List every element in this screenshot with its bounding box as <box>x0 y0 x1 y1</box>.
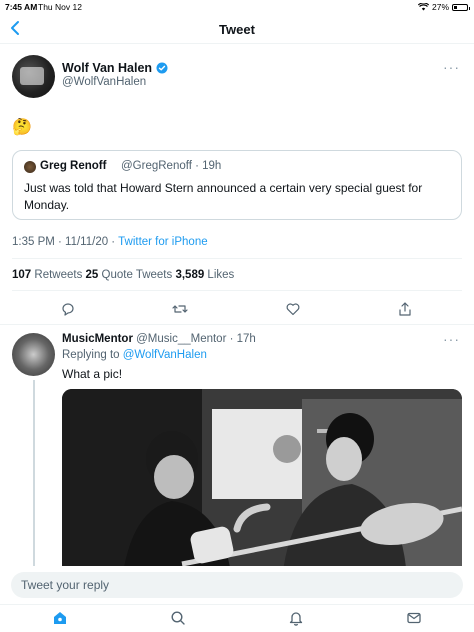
reply-header: MusicMentor @Music__Mentor · 17h <box>62 333 256 345</box>
thread-line <box>33 380 35 570</box>
likes-label: Likes <box>204 269 235 281</box>
tweet-source-link[interactable]: Twitter for iPhone <box>118 236 207 248</box>
retweets-label: Retweets <box>31 269 86 281</box>
author-handle: @WolfVanHalen <box>62 76 147 88</box>
quotes-stat[interactable]: 25 Quote Tweets <box>86 269 176 281</box>
photo-illustration <box>62 389 462 579</box>
replying-mention-link[interactable]: @WolfVanHalen <box>123 349 207 361</box>
quoted-author-meta: @GregRenoff · 19h <box>121 160 222 172</box>
battery-percent: 27% <box>431 2 449 12</box>
quoted-avatar <box>24 161 36 173</box>
retweets-count: 107 <box>12 269 32 281</box>
likes-count: 3,589 <box>175 269 205 281</box>
messages-envelope-icon[interactable] <box>406 610 422 626</box>
quoted-text: Just was told that Howard Stern announce… <box>24 181 423 212</box>
reply-composer: Tweet your reply <box>0 566 474 604</box>
reply-avatar[interactable] <box>12 333 55 376</box>
tweet-actions <box>0 299 474 319</box>
reply-text: What a pic! <box>62 367 123 381</box>
status-time: 7:45 AM <box>5 2 38 12</box>
likes-stat[interactable]: 3,589 Likes <box>175 269 234 281</box>
reply-photo[interactable] <box>62 389 462 579</box>
tweet-text: 🤔 <box>12 119 32 136</box>
reply-author-name[interactable]: MusicMentor <box>62 333 133 345</box>
divider <box>12 290 462 291</box>
reply-input-placeholder: Tweet your reply <box>21 578 110 592</box>
author-name: Wolf Van Halen <box>62 61 153 75</box>
like-heart-icon[interactable] <box>285 301 301 317</box>
reply-input[interactable]: Tweet your reply <box>11 572 463 598</box>
tweet-time: 1:35 PM · 11/11/20 · <box>12 236 119 248</box>
share-icon[interactable] <box>397 301 413 317</box>
divider <box>12 258 462 259</box>
retweet-icon[interactable] <box>172 301 188 317</box>
home-icon[interactable] <box>52 610 68 626</box>
replying-to: Replying to @WolfVanHalen <box>62 349 207 361</box>
search-icon[interactable] <box>170 610 186 626</box>
author-avatar[interactable] <box>12 55 55 98</box>
author-name-row[interactable]: Wolf Van Halen <box>62 61 168 75</box>
status-date: Thu Nov 12 <box>38 2 82 12</box>
tab-bar <box>0 604 474 632</box>
quotes-label: Quote Tweets <box>98 269 176 281</box>
status-right: 27% <box>417 2 470 12</box>
quoted-author-name: Greg Renoff <box>40 160 107 172</box>
retweets-stat[interactable]: 107 Retweets <box>12 269 86 281</box>
tweet-stats: 107 Retweets 25 Quote Tweets 3,589 Likes <box>12 269 234 281</box>
section-divider <box>0 324 474 325</box>
verified-badge-icon <box>156 62 168 74</box>
quoted-tweet[interactable]: Greg Renoff @GregRenoff · 19h Just was t… <box>12 150 462 220</box>
quotes-count: 25 <box>85 269 99 281</box>
reply-author-meta: @Music__Mentor · 17h <box>132 333 256 345</box>
tweet-timestamp: 1:35 PM · 11/11/20 · Twitter for iPhone <box>12 236 208 248</box>
reply-more-options-icon[interactable]: ··· <box>443 331 460 347</box>
status-bar: 7:45 AM Thu Nov 12 27% <box>0 0 474 14</box>
notifications-bell-icon[interactable] <box>288 610 304 626</box>
more-options-icon[interactable]: ··· <box>443 59 460 75</box>
replying-prefix: Replying to <box>62 349 123 361</box>
wifi-icon <box>417 3 429 11</box>
reply-icon[interactable] <box>60 301 76 317</box>
battery-icon <box>452 3 470 11</box>
top-nav: Tweet <box>0 14 474 44</box>
page-title: Tweet <box>219 22 255 37</box>
